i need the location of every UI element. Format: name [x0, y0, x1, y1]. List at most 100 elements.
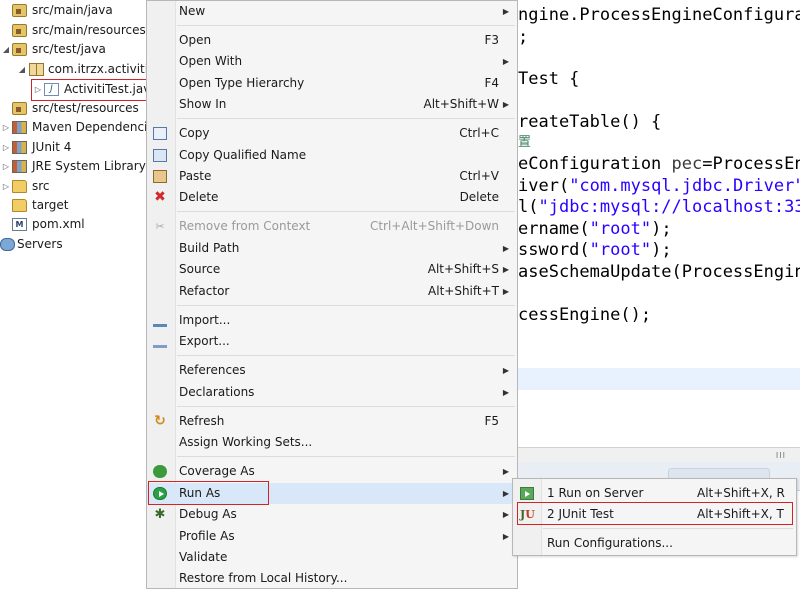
- menu-separator: [177, 211, 515, 212]
- export-icon: [153, 335, 167, 348]
- submenu-arrow-icon: ▶: [502, 100, 509, 109]
- menu-separator: [177, 118, 515, 119]
- tree-item-label: JRE System Library: [32, 159, 146, 173]
- menu-separator: [177, 406, 515, 407]
- menu-item-shortcut: Alt+Shift+T: [428, 284, 499, 298]
- menu-item-declarations[interactable]: Declarations ▶: [147, 382, 517, 403]
- code-segment: iver(: [518, 176, 570, 196]
- tree-item-label: Maven Dependencie: [32, 120, 148, 134]
- menu-item-show-in[interactable]: Show In Alt+Shift+W ▶: [147, 94, 517, 115]
- menu-item-export[interactable]: Export...: [147, 331, 517, 352]
- code-segment: );: [651, 240, 672, 260]
- import-icon: [153, 314, 167, 327]
- menu-item-label: Open: [179, 33, 212, 47]
- tree-item-label: src: [32, 179, 50, 193]
- menu-item-references[interactable]: References ▶: [147, 360, 517, 381]
- menu-item-open-type-hierarchy[interactable]: Open Type Hierarchy F4: [147, 73, 517, 94]
- submenu-arrow-icon: ▶: [502, 7, 509, 16]
- source-folder-icon: [12, 43, 27, 56]
- menu-item-label: Validate: [179, 550, 228, 564]
- submenu-arrow-icon: ▶: [502, 366, 509, 375]
- collapsed-triangle-icon[interactable]: ▷: [1, 177, 11, 196]
- code-segment: l(: [518, 197, 539, 217]
- menu-item-open[interactable]: Open F3: [147, 30, 517, 51]
- package-explorer-tree: src/main/java src/main/resources ◢ src/t…: [0, 0, 148, 589]
- menu-item-open-with[interactable]: Open With ▶: [147, 51, 517, 72]
- menu-item-label: Assign Working Sets...: [179, 435, 313, 449]
- menu-item-label: Profile As: [179, 529, 235, 543]
- menu-item-copy[interactable]: Copy Ctrl+C: [147, 123, 517, 144]
- code-line: eConfiguration pec=ProcessEngi: [518, 153, 800, 175]
- expanded-triangle-icon[interactable]: ◢: [1, 40, 11, 59]
- menu-item-label: Source: [179, 262, 221, 276]
- remove-from-context-icon: ✂: [155, 220, 165, 233]
- code-line: aseSchemaUpdate(ProcessEngineC: [518, 262, 800, 282]
- code-string: "jdbc:mysql://localhost:33: [538, 197, 800, 217]
- menu-item-label: Import...: [179, 313, 231, 327]
- menu-item-label: Refresh: [179, 414, 225, 428]
- submenu-item-run-configurations[interactable]: Run Configurations...: [513, 533, 796, 554]
- menu-item-refresh[interactable]: ↻ Refresh F5: [147, 411, 517, 432]
- folder-icon: [12, 199, 27, 212]
- menu-item-label: Copy: [179, 126, 210, 140]
- refresh-icon: ↻: [154, 413, 166, 429]
- menu-item-shortcut: F5: [484, 414, 499, 428]
- tree-item-label: src/main/resources: [32, 23, 146, 37]
- menu-item-label: Delete: [179, 190, 219, 204]
- code-segment: ssword(: [518, 240, 590, 260]
- menu-item-delete[interactable]: ✖ Delete Delete: [147, 187, 517, 208]
- menu-item-run-as[interactable]: Run As ▶: [147, 483, 517, 504]
- collapsed-triangle-icon[interactable]: ▷: [1, 157, 11, 176]
- code-line: cessEngine();: [518, 305, 652, 325]
- menu-item-copy-qualified-name[interactable]: Copy Qualified Name: [147, 145, 517, 166]
- submenu-item-run-on-server[interactable]: 1 Run on Server Alt+Shift+X, R: [513, 483, 796, 504]
- menu-item-source[interactable]: Source Alt+Shift+S ▶: [147, 259, 517, 280]
- menu-item-debug-as[interactable]: ✱ Debug As ▶: [147, 504, 517, 525]
- menu-item-assign-working-sets[interactable]: Assign Working Sets...: [147, 432, 517, 453]
- menu-item-shortcut: Alt+Shift+W: [423, 97, 500, 111]
- menu-item-validate[interactable]: Validate: [147, 547, 517, 568]
- collapsed-triangle-icon[interactable]: ▷: [33, 80, 43, 99]
- menu-item-label: Copy Qualified Name: [179, 148, 307, 162]
- menu-item-shortcut: F4: [484, 76, 499, 90]
- menu-item-refactor[interactable]: Refactor Alt+Shift+T ▶: [147, 281, 517, 302]
- menu-item-coverage-as[interactable]: Coverage As ▶: [147, 461, 517, 482]
- submenu-item-shortcut: Alt+Shift+X, R: [697, 486, 785, 500]
- collapsed-triangle-icon[interactable]: ▷: [1, 118, 11, 137]
- submenu-item-junit-test[interactable]: JU 2 JUnit Test Alt+Shift+X, T: [513, 504, 796, 525]
- current-line-highlight: [518, 368, 800, 390]
- menu-item-build-path[interactable]: Build Path ▶: [147, 238, 517, 259]
- menu-separator: [177, 456, 515, 457]
- code-string: "com.mysql.jdbc.Driver": [569, 176, 800, 196]
- menu-item-paste[interactable]: Paste Ctrl+V: [147, 166, 517, 187]
- menu-item-label: Show In: [179, 97, 227, 111]
- menu-item-label: Restore from Local History...: [179, 571, 348, 585]
- code-line: Test {: [518, 69, 580, 89]
- expanded-triangle-icon[interactable]: ◢: [17, 60, 27, 79]
- menu-item-restore-from-local-history[interactable]: Restore from Local History...: [147, 568, 517, 589]
- menu-item-import[interactable]: Import...: [147, 310, 517, 331]
- code-comment: 置: [518, 135, 532, 150]
- collapsed-triangle-icon[interactable]: ▷: [1, 138, 11, 157]
- code-line: ngine.ProcessEngineConfigurat: [518, 5, 800, 25]
- code-line: l("jdbc:mysql://localhost:33: [518, 196, 800, 218]
- menu-separator: [177, 25, 515, 26]
- source-folder-icon: [12, 102, 27, 115]
- submenu-arrow-icon: ▶: [502, 510, 509, 519]
- menu-item-label: References: [179, 363, 246, 377]
- junit-glyph-u: U: [525, 508, 535, 521]
- tree-item-label: Servers: [17, 237, 63, 251]
- menu-item-profile-as[interactable]: Profile As ▶: [147, 526, 517, 547]
- menu-item-shortcut: F3: [484, 33, 499, 47]
- code-line: reateTable() {: [518, 112, 662, 132]
- coverage-icon: [153, 465, 167, 478]
- menu-item-label: Export...: [179, 334, 230, 348]
- horizontal-scrollbar[interactable]: III: [518, 447, 800, 463]
- tree-item-label: pom.xml: [32, 217, 85, 231]
- submenu-arrow-icon: ▶: [502, 265, 509, 274]
- tree-item-label: target: [32, 198, 69, 212]
- code-line: ssword("root");: [518, 239, 672, 261]
- menu-item-label: Debug As: [179, 507, 237, 521]
- menu-item-label: New: [179, 4, 206, 18]
- menu-item-new[interactable]: New ▶: [147, 1, 517, 22]
